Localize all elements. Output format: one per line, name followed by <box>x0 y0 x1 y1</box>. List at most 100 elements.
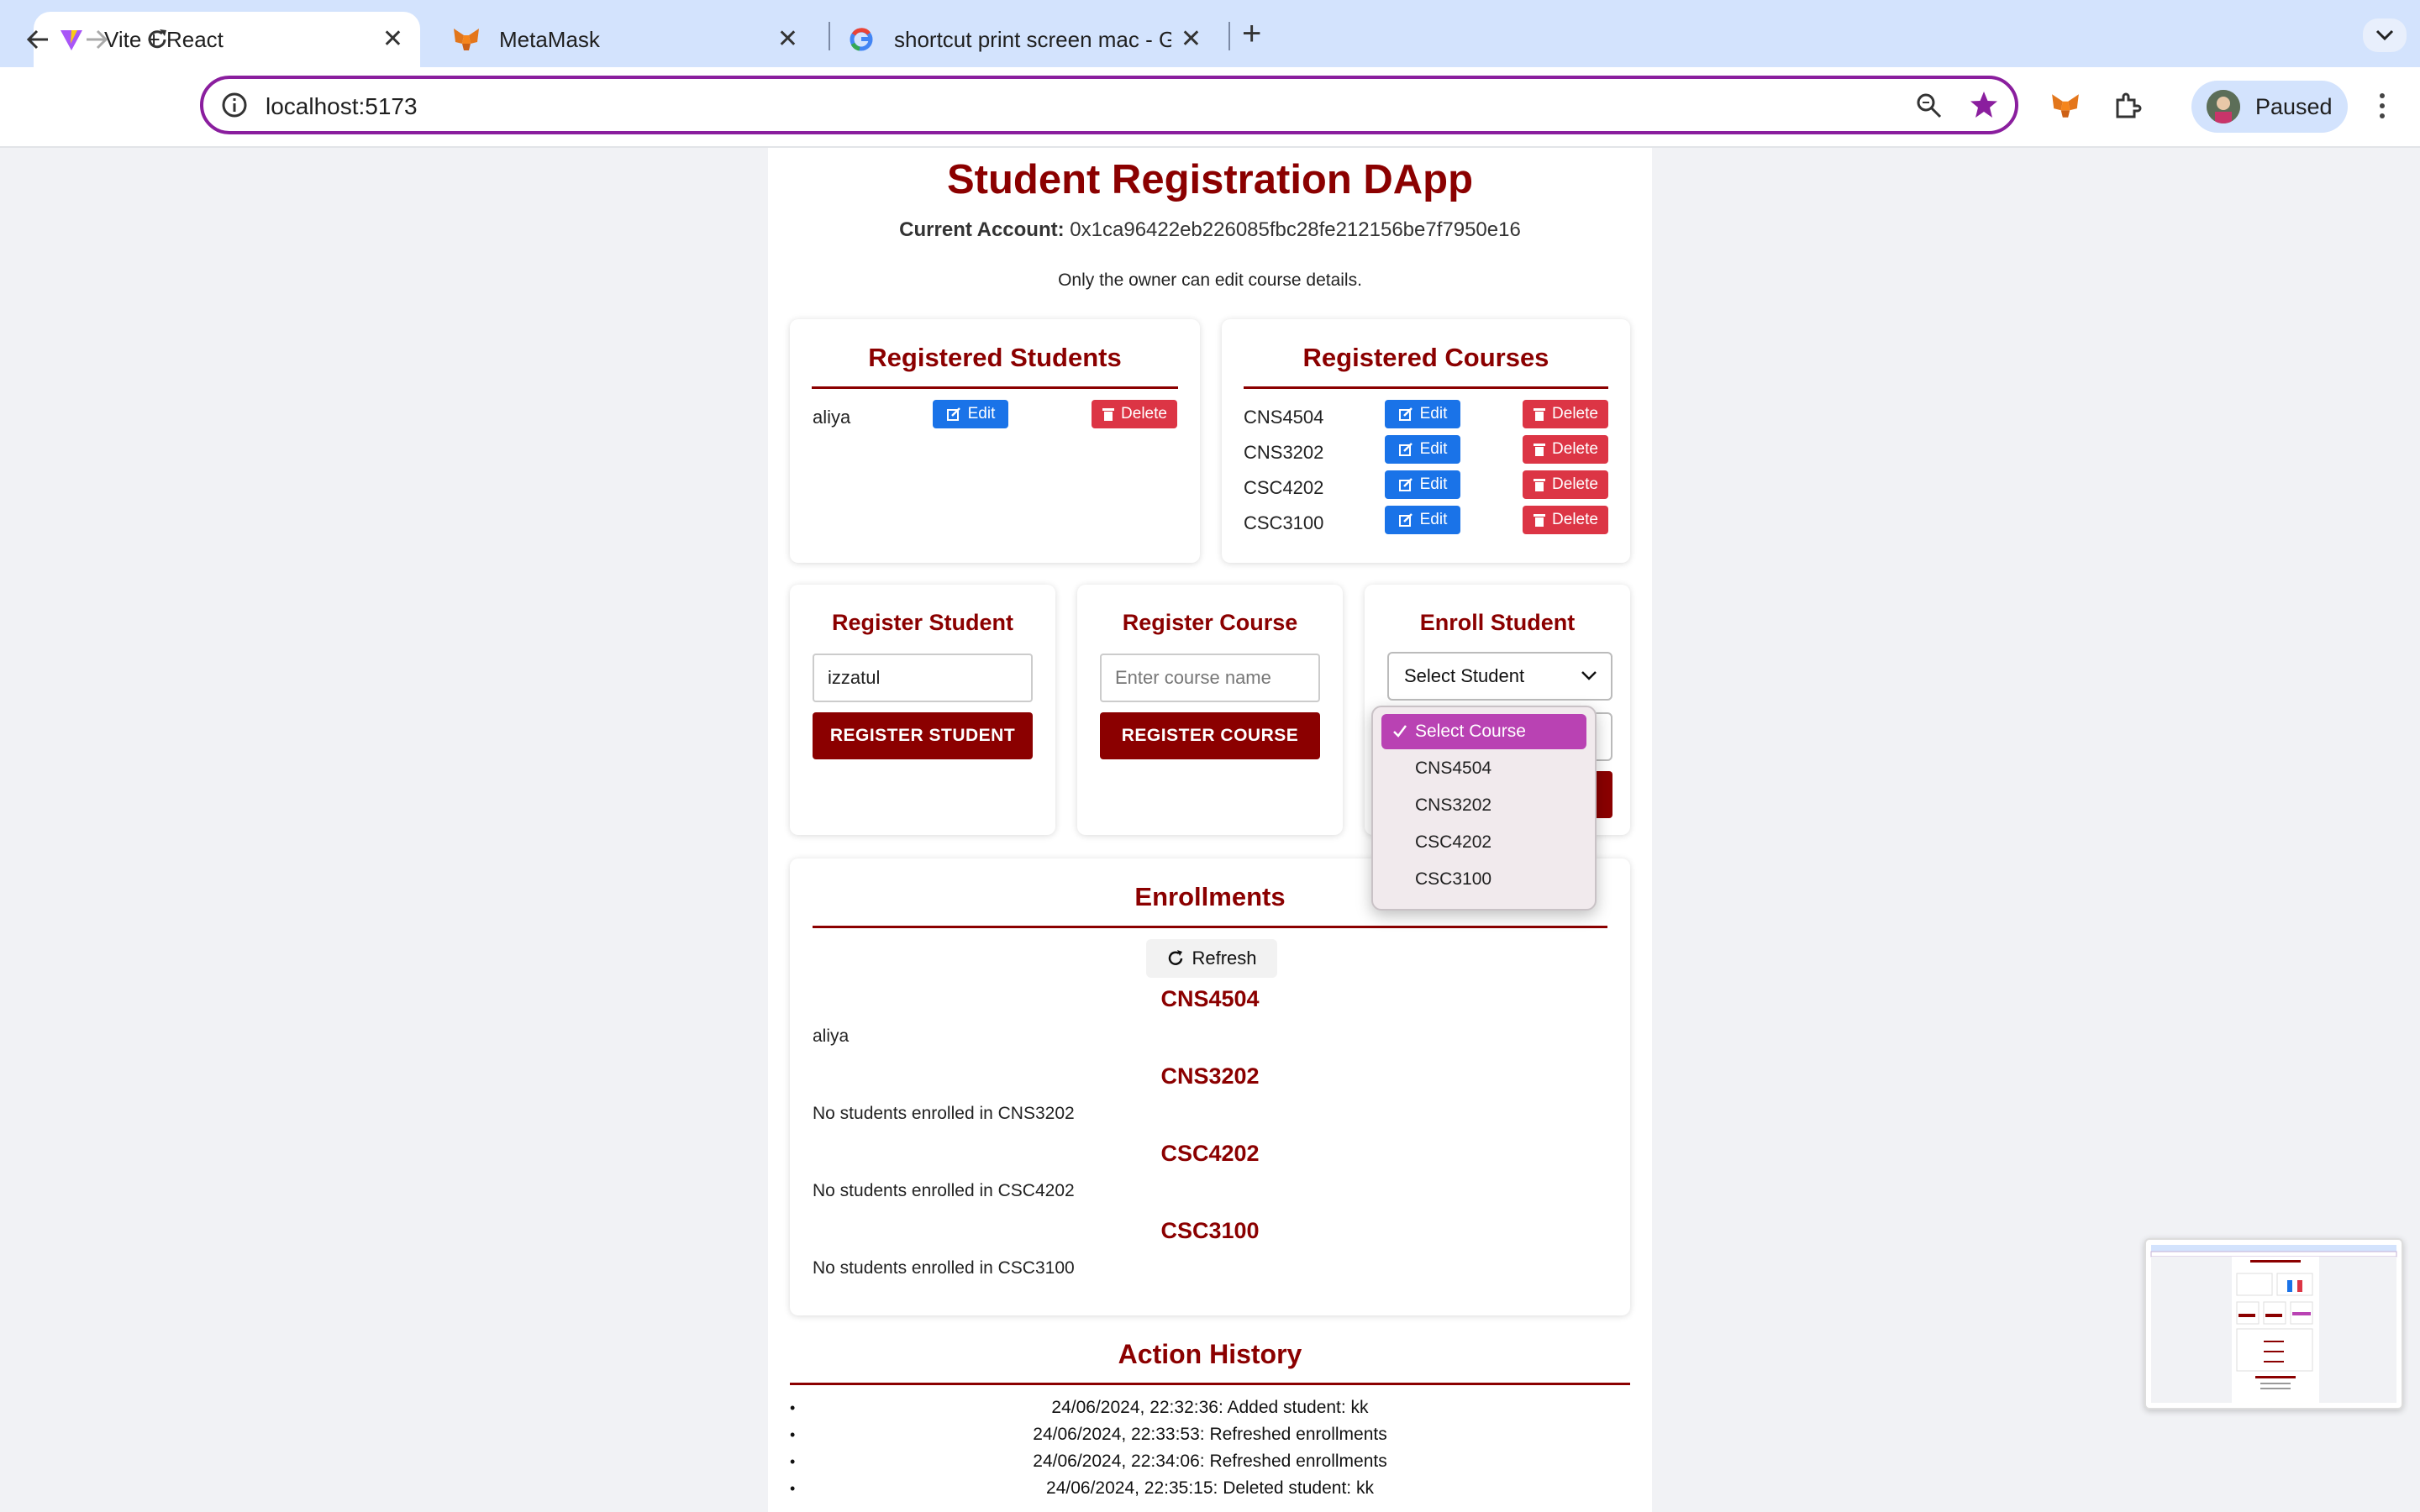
edit-course-button[interactable]: Edit <box>1385 435 1460 464</box>
edit-icon <box>1398 407 1413 421</box>
account-address: 0x1ca96422eb226085fbc28fe212156be7f7950e… <box>1070 218 1521 241</box>
course-option-label: CSC3100 <box>1415 869 1492 889</box>
tab-search-chevron-icon[interactable] <box>2363 18 2407 52</box>
browser-menu-icon[interactable] <box>2370 87 2395 124</box>
delete-label: Delete <box>1552 405 1598 423</box>
edit-label: Edit <box>967 405 996 423</box>
address-bar[interactable]: localhost:5173 <box>200 76 2018 134</box>
current-account: Current Account: 0x1ca96422eb226085fbc28… <box>768 218 1652 242</box>
edit-student-button[interactable]: Edit <box>933 400 1008 428</box>
edit-icon <box>1398 443 1413 456</box>
url-text: localhost:5173 <box>266 93 418 119</box>
metamask-fox-icon <box>452 25 481 54</box>
edit-icon <box>1398 478 1413 491</box>
tab-title: MetaMask <box>499 26 600 52</box>
google-g-icon <box>847 25 876 54</box>
bookmark-star-icon[interactable] <box>1968 89 2000 125</box>
close-tab-icon[interactable]: ✕ <box>777 27 798 52</box>
register-student-button[interactable]: REGISTER STUDENT <box>813 712 1033 759</box>
screenshot-thumbnail[interactable] <box>2144 1238 2403 1410</box>
register-student-title: Register Student <box>831 610 1014 635</box>
trash-icon <box>1534 514 1546 527</box>
registered-students-title: Registered Students <box>868 343 1122 372</box>
course-name-input[interactable]: Enter course name <box>1100 654 1320 702</box>
edit-icon <box>1398 513 1413 527</box>
enrollment-line: No students enrolled in CNS3202 <box>813 1104 1075 1123</box>
forward-arrow-icon[interactable] <box>77 20 116 59</box>
edit-course-button[interactable]: Edit <box>1385 470 1460 499</box>
enrollment-course-heading: CSC4202 <box>1160 1141 1260 1166</box>
register-course-card: Register Course Enter course name REGIST… <box>1077 585 1343 835</box>
course-option[interactable]: CSC3100 <box>1381 862 1586 897</box>
zoom-icon[interactable] <box>1914 91 1944 125</box>
profile-button[interactable]: Paused <box>2191 81 2348 133</box>
edit-label: Edit <box>1419 511 1448 528</box>
trash-icon <box>1534 479 1546 491</box>
course-option-label: CNS3202 <box>1415 795 1492 815</box>
student-name: aliya <box>813 407 851 428</box>
close-tab-icon[interactable]: ✕ <box>1181 27 1202 52</box>
tab-separator <box>1228 22 1230 50</box>
list-item: aliya Edit Delete <box>813 400 1179 432</box>
history-item: 24/06/2024, 22:35:15: Deleted student: k… <box>790 1475 1630 1502</box>
course-option-label: CNS4504 <box>1415 759 1492 778</box>
site-info-icon[interactable] <box>220 91 249 123</box>
tab-metamask[interactable]: MetaMask ✕ <box>429 12 815 67</box>
tab-google-search[interactable]: shortcut print screen mac - G ✕ <box>832 12 1218 67</box>
edit-course-button[interactable]: Edit <box>1385 506 1460 534</box>
account-label: Current Account: <box>899 218 1065 241</box>
divider <box>790 1383 1630 1385</box>
edit-label: Edit <box>1419 475 1448 493</box>
delete-course-button[interactable]: Delete <box>1523 435 1608 464</box>
edit-course-button[interactable]: Edit <box>1385 400 1460 428</box>
student-name-input[interactable]: izzatul <box>813 654 1033 702</box>
extensions-puzzle-icon[interactable] <box>2109 87 2146 124</box>
course-option[interactable]: CNS4504 <box>1381 751 1586 786</box>
metamask-extension-icon[interactable] <box>2047 87 2084 124</box>
edit-icon <box>946 407 960 421</box>
delete-label: Delete <box>1552 440 1598 458</box>
delete-label: Delete <box>1121 405 1167 423</box>
close-tab-icon[interactable]: ✕ <box>382 27 403 52</box>
delete-label: Delete <box>1552 511 1598 528</box>
register-student-card: Register Student izzatul REGISTER STUDEN… <box>790 585 1055 835</box>
enrollment-course-heading: CNS3202 <box>1160 1063 1260 1089</box>
list-item: CSC3100 Edit Delete <box>1244 506 1608 538</box>
new-tab-icon[interactable]: + <box>1242 17 1261 50</box>
course-option-label: Select Course <box>1415 722 1526 741</box>
back-arrow-icon[interactable] <box>18 20 57 59</box>
avatar <box>2207 90 2240 123</box>
trash-icon <box>1534 408 1546 421</box>
student-select[interactable]: Select Student <box>1387 652 1612 701</box>
course-option[interactable]: CSC4202 <box>1381 825 1586 860</box>
delete-course-button[interactable]: Delete <box>1523 506 1608 534</box>
list-item: CNS4504 Edit Delete <box>1244 400 1608 432</box>
list-item: CSC4202 Edit Delete <box>1244 470 1608 502</box>
history-item: 24/06/2024, 22:33:53: Refreshed enrollme… <box>790 1421 1630 1448</box>
course-name: CNS3202 <box>1244 442 1324 463</box>
delete-student-button[interactable]: Delete <box>1092 400 1177 428</box>
registered-courses-title: Registered Courses <box>1302 343 1549 372</box>
owner-note: Only the owner can edit course details. <box>1058 270 1362 290</box>
chevron-down-icon <box>1579 665 1599 690</box>
edit-label: Edit <box>1419 440 1448 458</box>
course-dropdown-menu: Select Course CNS4504 CNS3202 CSC4202 CSC310… <box>1371 706 1597 911</box>
edit-label: Edit <box>1419 405 1448 423</box>
history-item: 24/06/2024, 22:34:06: Refreshed enrollme… <box>790 1448 1630 1475</box>
reload-icon[interactable] <box>138 20 176 59</box>
course-option[interactable]: CNS3202 <box>1381 788 1586 823</box>
course-option[interactable]: Select Course <box>1381 714 1586 749</box>
refresh-label: Refresh <box>1192 948 1257 969</box>
page-title: Student Registration DApp <box>946 157 1474 202</box>
course-option-label: CSC4202 <box>1415 832 1492 852</box>
course-name: CSC4202 <box>1244 477 1324 498</box>
delete-course-button[interactable]: Delete <box>1523 400 1608 428</box>
register-course-button[interactable]: REGISTER COURSE <box>1100 712 1320 759</box>
delete-course-button[interactable]: Delete <box>1523 470 1608 499</box>
refresh-button[interactable]: Refresh <box>1146 939 1277 978</box>
action-history-title: Action History <box>1118 1339 1302 1369</box>
profile-status: Paused <box>2255 93 2333 119</box>
enrollment-course-heading: CSC3100 <box>1160 1218 1260 1243</box>
divider <box>813 926 1607 928</box>
course-name: CNS4504 <box>1244 407 1324 428</box>
